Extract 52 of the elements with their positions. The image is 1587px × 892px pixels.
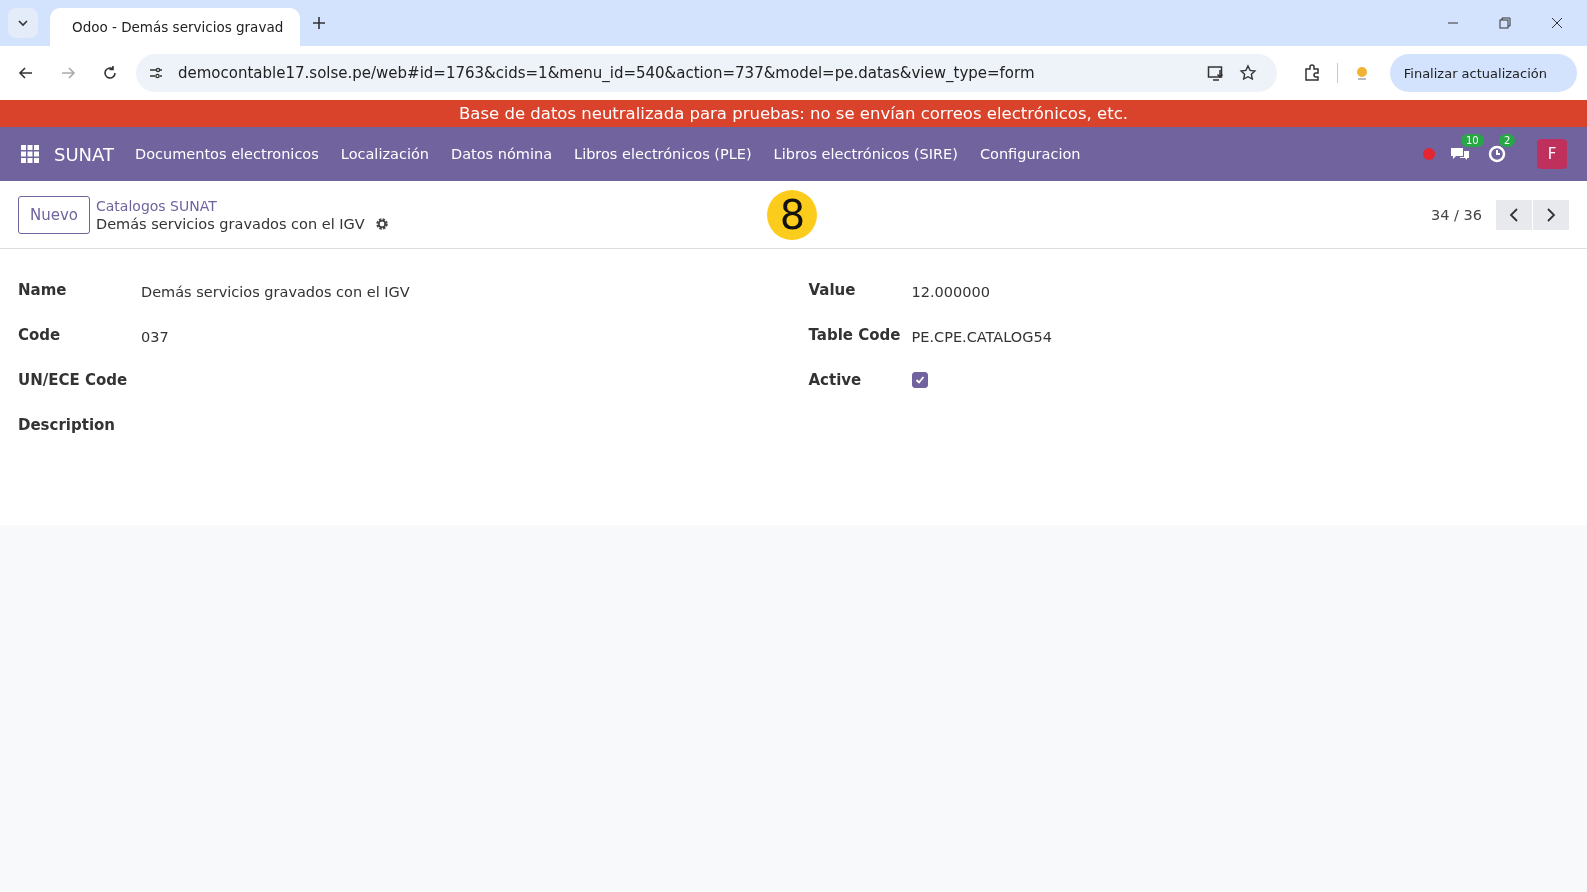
- new-tab-icon[interactable]: [312, 16, 326, 30]
- star-icon[interactable]: [1238, 64, 1257, 82]
- check-icon: [914, 375, 925, 385]
- field-value[interactable]: 12.000000: [911, 281, 990, 300]
- breadcrumb-link[interactable]: Catalogos SUNAT: [96, 197, 389, 214]
- browser-tab[interactable]: Odoo - Demás servicios gravad: [50, 8, 300, 46]
- record-title: Demás servicios gravados con el IGV: [96, 215, 365, 232]
- field-value[interactable]: Demás servicios gravados con el IGV: [141, 281, 410, 300]
- site-settings-icon[interactable]: [148, 65, 164, 81]
- warning-banner: Base de datos neutralizada para pruebas: no se envían correos electrónicos, etc.: [0, 100, 1587, 127]
- field-value[interactable]: 037: [141, 326, 169, 345]
- menu-item[interactable]: Libros electrónicos (SIRE): [762, 146, 969, 162]
- field-label: Code: [18, 326, 62, 344]
- notification-badge: 2: [1499, 134, 1516, 147]
- menu-item[interactable]: Documentos electronicos: [124, 146, 330, 162]
- chevron-right-icon: [1546, 207, 1556, 222]
- next-button[interactable]: [1533, 199, 1569, 230]
- field-label: Table Code: [808, 326, 902, 344]
- app-grid-icon[interactable]: [20, 144, 40, 164]
- settings-icon[interactable]: [374, 216, 389, 231]
- field-value[interactable]: PE.CPE.CATALOG54: [911, 326, 1052, 345]
- tab-search-button[interactable]: [8, 8, 38, 38]
- close-icon[interactable]: [1551, 17, 1563, 29]
- previous-button[interactable]: [1496, 199, 1532, 230]
- clock-icon[interactable]: [1487, 144, 1507, 164]
- tab-title: Odoo - Demás servicios gravad: [72, 19, 284, 35]
- reload-icon[interactable]: [102, 65, 118, 81]
- menu-item[interactable]: Configuracion: [968, 146, 1092, 162]
- back-arrow-icon[interactable]: [18, 65, 34, 81]
- restore-icon[interactable]: [1499, 17, 1511, 29]
- status-dot: [1423, 148, 1435, 160]
- app-name[interactable]: SUNAT: [54, 143, 114, 165]
- puzzle-piece-icon[interactable]: [1302, 64, 1321, 82]
- new-button[interactable]: Nuevo: [18, 195, 90, 234]
- field-label: Active: [808, 371, 863, 389]
- checkbox[interactable]: [911, 372, 928, 388]
- chevron-left-icon: [1509, 207, 1519, 222]
- install-icon[interactable]: [1206, 64, 1225, 82]
- menu-item[interactable]: Datos nómina: [440, 146, 564, 162]
- pager-counter: 34 / 36: [1431, 206, 1482, 223]
- field-label: UN/ECE Code: [18, 371, 129, 389]
- notification-badge: 10: [1461, 134, 1484, 147]
- address-field[interactable]: democontable17.solse.pe/web#id=1763&cids=1&menu_id=540&action=737&model=pe.datas&view_type=form: [136, 54, 1277, 92]
- menu-item[interactable]: Libros electrónicos (PLE): [563, 146, 763, 162]
- menu-item[interactable]: Localización: [329, 146, 440, 162]
- user-avatar[interactable]: F: [1537, 139, 1567, 169]
- chevron-down-icon: [17, 17, 29, 29]
- field-label: Description: [18, 416, 117, 434]
- update-button[interactable]: Finalizar actualización: [1389, 54, 1577, 92]
- step-marker: 8: [767, 189, 818, 240]
- field-label: Value: [808, 281, 857, 299]
- field-label: Name: [18, 281, 68, 299]
